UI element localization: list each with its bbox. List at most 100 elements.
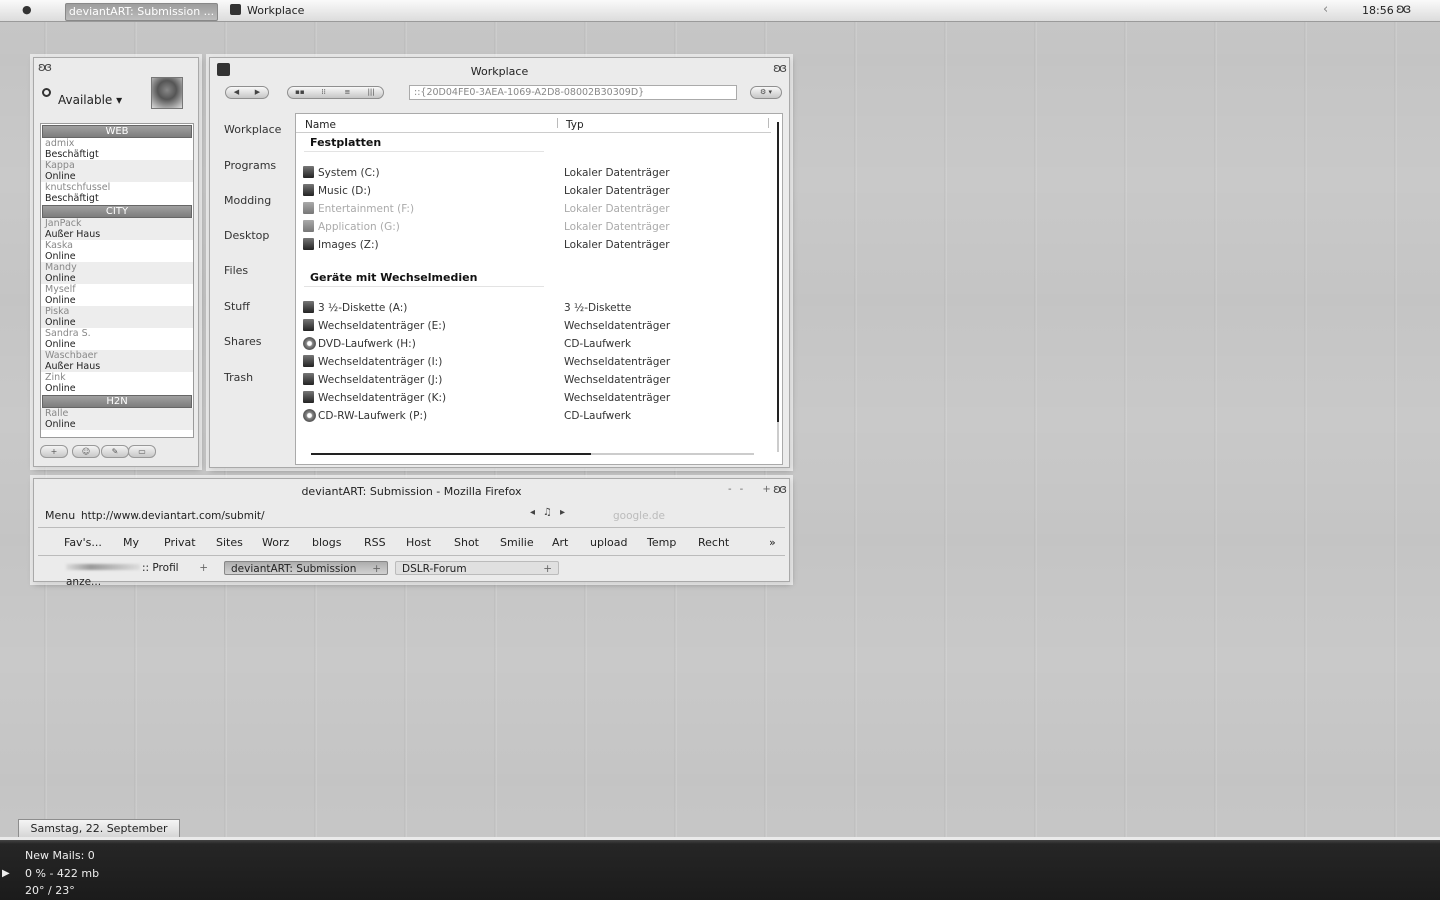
add-contact-button[interactable]: + xyxy=(40,445,68,458)
sidebar-item-shares[interactable]: Shares xyxy=(218,325,288,360)
file-name: System (C:) xyxy=(318,167,380,179)
status-icon[interactable] xyxy=(42,88,51,97)
bookmark-item[interactable]: Shot xyxy=(454,536,479,549)
list-view-icon[interactable]: ≡ xyxy=(336,87,360,98)
tab-close-icon[interactable]: + xyxy=(372,562,381,576)
bookmark-item[interactable]: Art xyxy=(552,536,568,549)
removable-drive-icon xyxy=(303,391,314,403)
file-row[interactable]: Wechseldatenträger (E:) Wechseldatenträge… xyxy=(303,317,763,335)
group-header-web[interactable]: WEB xyxy=(42,125,192,138)
sidebar-item-workplace[interactable]: Workplace xyxy=(218,113,288,148)
back-icon[interactable]: ◀ xyxy=(226,87,247,98)
file-row[interactable]: Wechseldatenträger (K:) Wechseldatenträge… xyxy=(303,389,763,407)
search-input[interactable]: google.de xyxy=(613,510,665,522)
bookmark-item[interactable]: Privat xyxy=(164,536,196,549)
bookmark-item[interactable]: Recht xyxy=(698,536,729,549)
file-row[interactable]: 3 ½-Diskette (A:) 3 ½-Diskette xyxy=(303,299,763,317)
gear-icon[interactable]: ⚙ ▾ xyxy=(751,87,781,98)
tab-close-icon[interactable]: + xyxy=(543,562,552,576)
sidebar-item-desktop[interactable]: Desktop xyxy=(218,219,288,254)
apple-logo-icon[interactable]: ● xyxy=(22,3,32,16)
tab-deviantart[interactable]: deviantART: Submission + xyxy=(224,561,388,575)
profile-button[interactable]: ☺ xyxy=(72,445,100,458)
bookmark-item[interactable]: RSS xyxy=(364,536,386,549)
view-mode-buttons[interactable]: ▪▪ ⁞⁞ ≡ ||| xyxy=(287,86,384,99)
bookmark-item[interactable]: Fav's... xyxy=(64,536,102,549)
bookmark-item[interactable]: blogs xyxy=(312,536,341,549)
expand-arrow-icon[interactable]: ▶ xyxy=(2,868,10,879)
contact-item[interactable]: Ralle Online xyxy=(41,408,193,430)
url-field[interactable]: http://www.deviantart.com/submit/ xyxy=(81,510,265,522)
file-type: CD-Laufwerk xyxy=(564,338,632,350)
contact-status: Beschäftigt xyxy=(45,193,99,204)
address-bar[interactable]: ::{20D04FE0-3AEA-1069-A2D8-08002B30309D} xyxy=(409,85,737,100)
bookmark-item[interactable]: Sites xyxy=(216,536,243,549)
contact-item[interactable]: Mandy Online xyxy=(41,262,193,284)
bookmark-item[interactable]: Worz xyxy=(262,536,289,549)
tiles-view-icon[interactable]: ⁞⁞ xyxy=(312,87,336,98)
contact-item[interactable]: Kappa Online xyxy=(41,160,193,182)
group-header-h2n[interactable]: H2N xyxy=(42,395,192,408)
contact-item[interactable]: Myself Online xyxy=(41,284,193,306)
back-arrow-icon[interactable]: ‹ xyxy=(1323,2,1328,17)
ornament-icon[interactable]: ʚɞ xyxy=(38,60,52,74)
column-divider[interactable] xyxy=(768,118,769,128)
sidebar-item-files[interactable]: Files xyxy=(218,254,288,289)
ornament-icon[interactable]: ʚɞ xyxy=(773,61,787,75)
status-selector[interactable]: Available ▾ xyxy=(58,93,122,107)
tab-close-icon[interactable]: + xyxy=(199,561,208,575)
file-row[interactable]: DVD-Laufwerk (H:) CD-Laufwerk xyxy=(303,335,763,353)
file-row[interactable]: Entertainment (F:) Lokaler Datenträger xyxy=(303,200,763,218)
sidebar-item-trash[interactable]: Trash xyxy=(218,361,288,396)
bookmark-item[interactable]: My xyxy=(123,536,139,549)
contact-item[interactable]: JanPack Außer Haus xyxy=(41,218,193,240)
contact-item[interactable]: Kaska Online xyxy=(41,240,193,262)
columns-view-icon[interactable]: ||| xyxy=(359,87,383,98)
file-row[interactable]: Wechseldatenträger (I:) Wechseldatenträge… xyxy=(303,353,763,371)
column-divider[interactable] xyxy=(557,118,558,128)
contact-item[interactable]: Waschbaer Außer Haus xyxy=(41,350,193,372)
settings-button[interactable]: ⚙ ▾ xyxy=(750,86,782,99)
horizontal-scroll-thumb[interactable] xyxy=(311,453,591,455)
avatar[interactable] xyxy=(151,77,183,109)
file-row[interactable]: System (C:) Lokaler Datenträger xyxy=(303,164,763,182)
column-type[interactable]: Typ xyxy=(566,119,584,131)
contact-item[interactable]: admix Beschäftigt xyxy=(41,138,193,160)
forward-icon[interactable]: ▶ xyxy=(247,87,268,98)
contact-item[interactable]: Zink Online xyxy=(41,372,193,394)
media-controls[interactable]: ◂♫▸ xyxy=(530,507,573,518)
vertical-scroll-thumb[interactable] xyxy=(777,122,779,422)
window-controls[interactable]: -- + xyxy=(728,484,779,495)
ornament-icon[interactable]: ʚɞ xyxy=(773,482,787,496)
sidebar-item-modding[interactable]: Modding xyxy=(218,184,288,219)
sidebar-item-stuff[interactable]: Stuff xyxy=(218,290,288,325)
contact-item[interactable]: Sandra S. Online xyxy=(41,328,193,350)
edit-button[interactable]: ✎ xyxy=(101,445,129,458)
sidebar-item-programs[interactable]: Programs xyxy=(218,149,288,184)
contact-item[interactable]: knutschfussel Beschäftigt xyxy=(41,182,193,204)
file-row[interactable]: Wechseldatenträger (J:) Wechseldatenträge… xyxy=(303,371,763,389)
icons-view-icon[interactable]: ▪▪ xyxy=(288,87,312,98)
tab-dslr-forum[interactable]: DSLR-Forum + xyxy=(395,561,559,575)
group-header-city[interactable]: CITY xyxy=(42,205,192,218)
bookmark-item[interactable]: » xyxy=(769,536,776,549)
file-row[interactable]: Application (G:) Lokaler Datenträger xyxy=(303,218,763,236)
menu-button[interactable]: Menu xyxy=(45,509,75,522)
video-button[interactable]: ▭ xyxy=(128,445,156,458)
file-row[interactable]: Music (D:) Lokaler Datenträger xyxy=(303,182,763,200)
taskbar-item-firefox[interactable]: deviantART: Submission ... xyxy=(65,3,218,21)
bookmark-item[interactable]: upload xyxy=(590,536,627,549)
contact-item[interactable]: Piska Online xyxy=(41,306,193,328)
tab-profil[interactable]: :: Profil anze... + xyxy=(60,561,214,588)
removable-drive-icon xyxy=(303,355,314,367)
bookmark-item[interactable]: Host xyxy=(406,536,431,549)
back-forward-buttons[interactable]: ◀ ▶ xyxy=(225,86,269,99)
column-name[interactable]: Name xyxy=(305,119,336,131)
contact-status: Online xyxy=(45,171,76,182)
file-row[interactable]: CD-RW-Laufwerk (P:) CD-Laufwerk xyxy=(303,407,763,425)
taskbar-item-workplace[interactable]: Workplace xyxy=(230,3,350,19)
file-row[interactable]: Images (Z:) Lokaler Datenträger xyxy=(303,236,763,254)
bookmark-item[interactable]: Temp xyxy=(647,536,676,549)
bookmark-item[interactable]: Smilie xyxy=(500,536,534,549)
ornament-icon[interactable]: ʚɞ xyxy=(1396,2,1411,17)
